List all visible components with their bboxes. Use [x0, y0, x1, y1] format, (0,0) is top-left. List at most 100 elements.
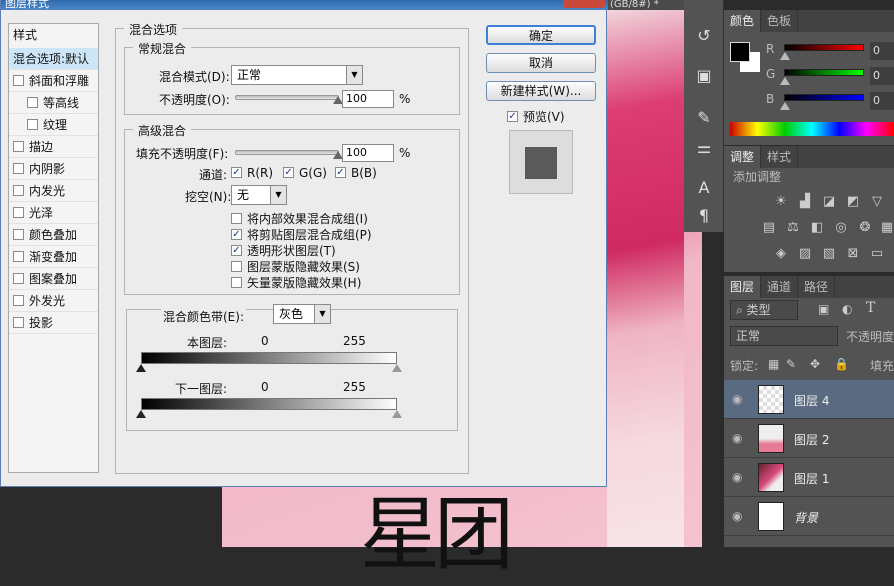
checkbox[interactable] — [27, 97, 38, 108]
advanced-option-checkbox[interactable]: 将内部效果混合成组(I) — [231, 210, 368, 227]
paragraph-icon[interactable]: ¶ — [692, 204, 716, 228]
checkbox[interactable]: ✓ — [507, 111, 518, 122]
channel-checkbox[interactable]: ✓ B(B) — [335, 166, 377, 180]
style-item[interactable]: 纹理 — [9, 114, 98, 136]
tab-channels[interactable]: 通道 — [761, 276, 799, 298]
color-balance-icon[interactable]: ⚖ — [784, 220, 802, 236]
style-item[interactable]: 光泽 — [9, 202, 98, 224]
slider-thumb[interactable] — [780, 102, 790, 110]
layer-row[interactable]: ◉ 背景 — [724, 497, 894, 536]
checkbox[interactable]: ✓ — [335, 167, 346, 178]
3d-icon[interactable]: ▣ — [692, 64, 716, 88]
image-filter-icon[interactable]: ▣ — [818, 302, 829, 316]
checkbox[interactable] — [13, 273, 24, 284]
slider-thumb[interactable] — [780, 77, 790, 85]
underlying-white-slider[interactable] — [392, 410, 402, 418]
selective-color-icon[interactable]: ⊠ — [844, 246, 862, 262]
checkbox[interactable] — [13, 317, 24, 328]
tab-adjustments[interactable]: 调整 — [724, 146, 762, 168]
channel-slider[interactable] — [784, 69, 864, 76]
opacity-input[interactable]: 100 — [342, 90, 394, 108]
preview-checkbox[interactable]: ✓ 预览(V) — [507, 108, 565, 125]
style-item[interactable]: 渐变叠加 — [9, 246, 98, 268]
checkbox[interactable] — [13, 251, 24, 262]
style-item[interactable]: 描边 — [9, 136, 98, 158]
exposure-icon[interactable]: ◩ — [844, 194, 862, 210]
photo-filter-icon[interactable]: ◎ — [832, 220, 850, 236]
document-canvas-right[interactable] — [607, 0, 684, 547]
eye-icon[interactable]: ◉ — [732, 431, 742, 445]
tab-color[interactable]: 颜色 — [724, 10, 762, 32]
blend-if-select[interactable]: 灰色 ▼ — [273, 304, 331, 324]
channel-value-input[interactable]: 0 — [870, 67, 894, 85]
style-item[interactable]: 颜色叠加 — [9, 224, 98, 246]
checkbox[interactable] — [231, 277, 242, 288]
channel-value-input[interactable]: 0 — [870, 92, 894, 110]
tab-paths[interactable]: 路径 — [798, 276, 836, 298]
levels-icon[interactable]: ▟ — [796, 194, 814, 210]
checkbox[interactable]: ✓ — [231, 245, 242, 256]
checkbox[interactable] — [27, 119, 38, 130]
close-button[interactable] — [563, 0, 605, 8]
ok-button[interactable]: 确定 — [486, 25, 596, 45]
style-item[interactable]: 混合选项:默认 — [9, 48, 98, 70]
character-icon[interactable]: A — [692, 176, 716, 200]
style-item[interactable]: 内阴影 — [9, 158, 98, 180]
advanced-option-checkbox[interactable]: ✓ 透明形状图层(T) — [231, 242, 336, 259]
advanced-option-checkbox[interactable]: 矢量蒙版隐藏效果(H) — [231, 274, 361, 291]
channel-checkbox[interactable]: ✓ R(R) — [231, 166, 273, 180]
checkbox[interactable] — [13, 185, 24, 196]
style-item[interactable]: 图案叠加 — [9, 268, 98, 290]
black-white-icon[interactable]: ◧ — [808, 220, 826, 236]
tab-layers[interactable]: 图层 — [724, 276, 762, 298]
eye-icon[interactable]: ◉ — [732, 470, 742, 484]
style-item[interactable]: 斜面和浮雕 — [9, 70, 98, 92]
advanced-option-checkbox[interactable]: 图层蒙版隐藏效果(S) — [231, 258, 360, 275]
history-icon[interactable]: ↺ — [692, 24, 716, 48]
checkbox[interactable] — [13, 163, 24, 174]
curves-icon[interactable]: ◪ — [820, 194, 838, 210]
vibrance-icon[interactable]: ▽ — [868, 194, 886, 210]
slider-thumb[interactable] — [780, 52, 790, 60]
foreground-color[interactable] — [730, 42, 750, 62]
brightness-icon[interactable]: ☀ — [772, 194, 790, 210]
posterize-icon[interactable]: ▨ — [796, 246, 814, 262]
tab-styles[interactable]: 样式 — [761, 146, 799, 168]
checkbox[interactable]: ✓ — [283, 167, 294, 178]
opacity-slider[interactable] — [235, 95, 343, 104]
layer-row[interactable]: ◉ 图层 1 — [724, 458, 894, 497]
document-tab[interactable]: (GB/8#) * — [607, 0, 684, 10]
hue-saturation-icon[interactable]: ▤ — [760, 220, 778, 236]
adjustment-filter-icon[interactable]: ◐ — [842, 302, 852, 316]
channel-mixer-icon[interactable]: ❂ — [856, 220, 874, 236]
layer-filter-select[interactable]: ⌕ 类型 — [730, 300, 798, 320]
blend-mode-select[interactable]: 正常 ▼ — [231, 65, 363, 85]
style-item[interactable]: 投影 — [9, 312, 98, 334]
brush-icon[interactable]: ⚌ — [692, 136, 716, 160]
style-item[interactable]: 等高线 — [9, 92, 98, 114]
checkbox[interactable]: ✓ — [231, 167, 242, 178]
knockout-select[interactable]: 无 ▼ — [231, 185, 287, 205]
brush-presets-icon[interactable]: ✎ — [692, 106, 716, 130]
channel-slider[interactable] — [784, 94, 864, 101]
gradient-map-icon[interactable]: ▭ — [868, 246, 886, 262]
type-filter-icon[interactable]: T — [866, 300, 875, 316]
underlying-black-slider[interactable] — [136, 410, 146, 418]
checkbox[interactable] — [231, 213, 242, 224]
color-lookup-icon[interactable]: ▦ — [878, 220, 894, 236]
eye-icon[interactable]: ◉ — [732, 509, 742, 523]
new-style-button[interactable]: 新建样式(W)... — [486, 81, 596, 101]
channel-checkbox[interactable]: ✓ G(G) — [283, 166, 327, 180]
checkbox[interactable] — [13, 75, 24, 86]
layer-blend-select[interactable]: 正常 — [730, 326, 838, 346]
invert-icon[interactable]: ◈ — [772, 246, 790, 262]
checkbox[interactable] — [13, 141, 24, 152]
tab-swatches[interactable]: 色板 — [761, 10, 799, 32]
fill-opacity-slider[interactable] — [235, 150, 343, 159]
fill-opacity-input[interactable]: 100 — [342, 144, 394, 162]
checkbox[interactable] — [231, 261, 242, 272]
checkbox[interactable] — [13, 207, 24, 218]
this-layer-white-slider[interactable] — [392, 364, 402, 372]
checkbox[interactable]: ✓ — [231, 229, 242, 240]
channel-value-input[interactable]: 0 — [870, 42, 894, 60]
